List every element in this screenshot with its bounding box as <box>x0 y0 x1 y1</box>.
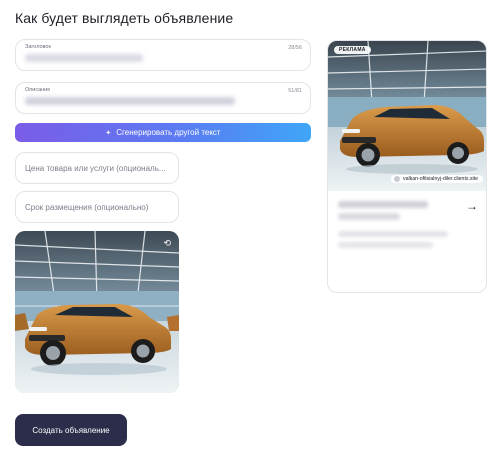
description-field[interactable]: Описание 51/81 <box>15 82 311 114</box>
ad-preview-card[interactable]: РЕКЛАМА valkan-ofitsialnyj-diler.clients… <box>327 40 487 293</box>
car-showroom-image <box>15 231 179 393</box>
generate-text-button[interactable]: ✦ Сгенерировать другой текст <box>15 123 311 142</box>
ad-image[interactable]: ⟲ <box>15 231 179 393</box>
globe-icon <box>394 176 401 182</box>
preview-car-image <box>328 41 486 191</box>
title-field-counter: 28/56 <box>288 45 302 51</box>
reload-icon[interactable]: ⟲ <box>163 238 171 249</box>
preview-description-blurred-2 <box>338 242 433 248</box>
price-input[interactable]: Цена товара или услуги (опциональ... <box>15 152 179 184</box>
title-field-value-blurred <box>25 54 143 62</box>
site-url: valkan-ofitsialnyj-diler.clients.site <box>403 176 478 182</box>
sparkle-icon: ✦ <box>105 129 112 137</box>
generate-text-label: Сгенерировать другой текст <box>116 128 221 137</box>
arrow-right-icon[interactable]: → <box>466 199 478 213</box>
preview-title-blurred-2 <box>338 213 400 220</box>
create-ad-button[interactable]: Создать объявление <box>15 414 127 446</box>
title-field[interactable]: Заголовок 28/56 <box>15 39 311 71</box>
description-field-value-blurred <box>25 97 235 105</box>
term-input[interactable]: Срок размещения (опционально) <box>15 191 179 223</box>
preview-image: РЕКЛАМА valkan-ofitsialnyj-diler.clients… <box>328 41 486 191</box>
preview-description-blurred <box>338 231 448 237</box>
preview-title-blurred <box>338 201 428 208</box>
site-link[interactable]: valkan-ofitsialnyj-diler.clients.site <box>391 175 483 183</box>
description-field-counter: 51/81 <box>288 88 302 94</box>
page-title: Как будет выглядеть объявление <box>15 10 234 26</box>
title-field-label: Заголовок <box>25 44 51 50</box>
description-field-label: Описание <box>25 87 51 93</box>
ad-badge: РЕКЛАМА <box>334 46 371 54</box>
